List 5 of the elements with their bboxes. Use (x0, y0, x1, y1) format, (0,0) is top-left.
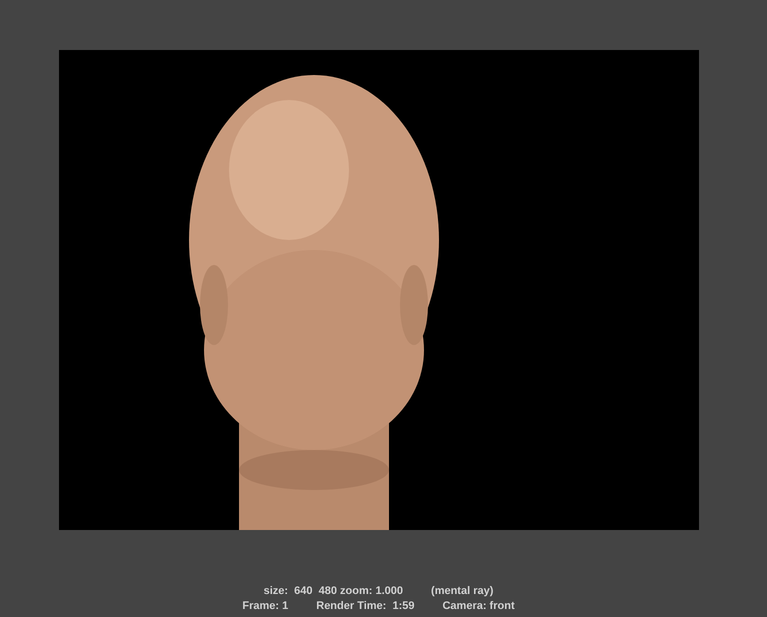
render-info-text: Frame: 1 (242, 599, 288, 613)
render-info-text: Render Time: 1:59 (316, 599, 414, 613)
render-info-text: Camera: front (442, 599, 515, 613)
render-info-text: (mental ray) (431, 584, 494, 598)
render-info-text: size: 640 480 zoom: 1.000 (264, 584, 404, 598)
